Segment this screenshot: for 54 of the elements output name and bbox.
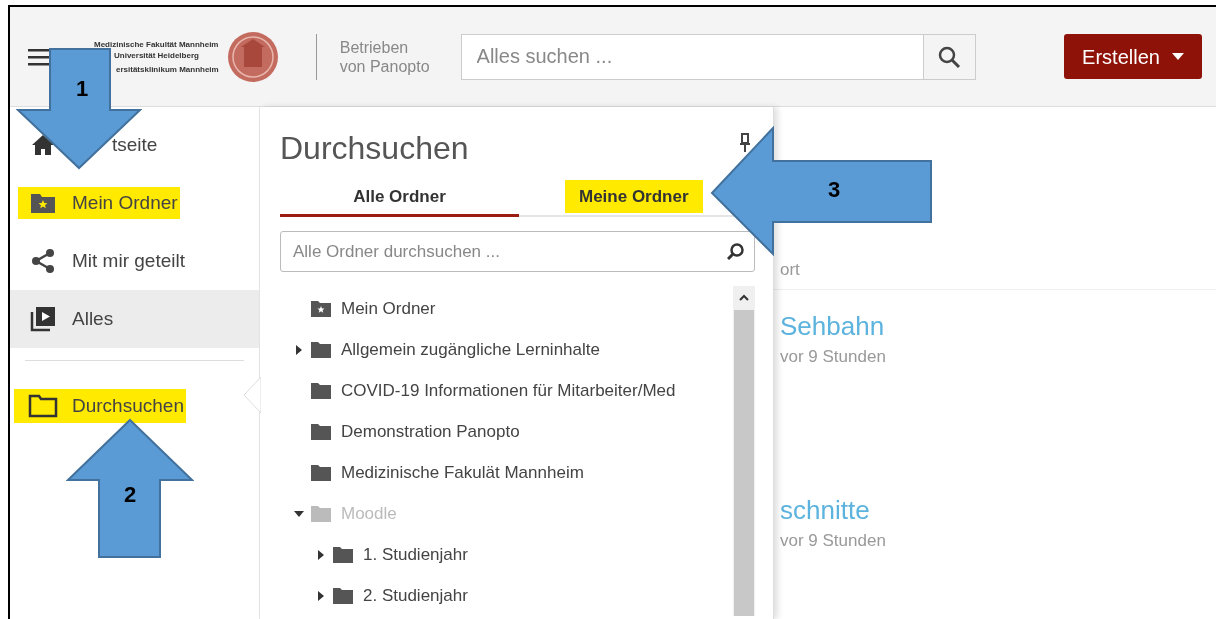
star-folder-icon xyxy=(310,299,332,318)
folder-icon xyxy=(28,394,58,418)
search-field[interactable]: Alles suchen ... xyxy=(460,33,924,80)
folder-name[interactable]: Mein Ordner xyxy=(341,295,436,322)
pin-icon[interactable] xyxy=(739,133,751,153)
home-icon xyxy=(31,134,55,156)
folder-name[interactable]: 2. Studienjahr xyxy=(363,582,468,609)
seal-logo xyxy=(226,30,279,83)
folder-name[interactable]: COVID-19 Informationen für Mitarbeiter/Med xyxy=(341,377,676,404)
powered-by-text: von Panopto xyxy=(339,56,430,76)
menu-icon[interactable] xyxy=(28,47,52,66)
folder-icon xyxy=(332,586,354,605)
sidebar-link[interactable]: tseite xyxy=(112,130,158,160)
expand-caret-icon xyxy=(317,589,325,602)
scrollbar[interactable] xyxy=(733,286,755,616)
expand-caret-icon xyxy=(295,343,303,356)
session-time: vor 9 Stunden xyxy=(780,530,886,552)
search-button[interactable] xyxy=(923,33,976,80)
sidebar-label: Durchsuchen xyxy=(72,393,184,418)
tab[interactable]: Alle Ordner xyxy=(280,179,519,217)
folder-icon xyxy=(310,340,332,359)
folder-icon xyxy=(310,381,332,400)
search-icon xyxy=(727,242,745,260)
folder-icon xyxy=(332,545,354,564)
share-icon xyxy=(30,248,56,274)
logo-text: Medizinische Fakultät Mannheim xyxy=(94,38,219,50)
scroll-up-icon[interactable] xyxy=(739,294,749,301)
folder-icon xyxy=(310,422,332,441)
sidebar-link[interactable]: Mit mir geteilt xyxy=(72,246,185,276)
expand-caret-icon xyxy=(317,548,325,561)
folder-name[interactable]: 1. Studienjahr xyxy=(363,541,468,568)
panel-title: Durchsuchen xyxy=(280,129,469,167)
logo-text: Universität Heidelberg xyxy=(113,49,200,61)
folder-icon xyxy=(310,463,332,482)
folder-name[interactable]: Medizinische Fakulät Mannheim xyxy=(341,459,584,486)
folder-search-field[interactable]: Alle Ordner durchsuchen ... xyxy=(280,231,755,272)
collapse-caret-icon xyxy=(293,509,305,518)
powered-by-text: Betrieben xyxy=(339,37,410,57)
logo-text: ersitätsklinikum Mannheim xyxy=(115,63,219,75)
folder-name[interactable]: Allgemein zugängliche Lerninhalte xyxy=(341,336,600,363)
search-icon xyxy=(937,44,962,69)
caret-icon xyxy=(1171,53,1184,60)
video-stack-icon xyxy=(30,306,56,332)
create-button[interactable]: Erstellen xyxy=(1064,34,1202,79)
sort-label: ort xyxy=(780,260,800,279)
folder-icon xyxy=(310,504,332,523)
scrollbar-thumb[interactable] xyxy=(734,310,754,616)
annotation-number: 1 xyxy=(76,78,89,100)
star-folder-icon xyxy=(30,192,56,214)
sidebar-item[interactable]: Alles xyxy=(10,290,259,348)
annotation-number: 3 xyxy=(828,179,841,201)
folder-name[interactable]: Demonstration Panopto xyxy=(341,418,520,445)
session-time: vor 9 Stunden xyxy=(780,345,886,368)
annotation-number: 2 xyxy=(124,484,137,506)
